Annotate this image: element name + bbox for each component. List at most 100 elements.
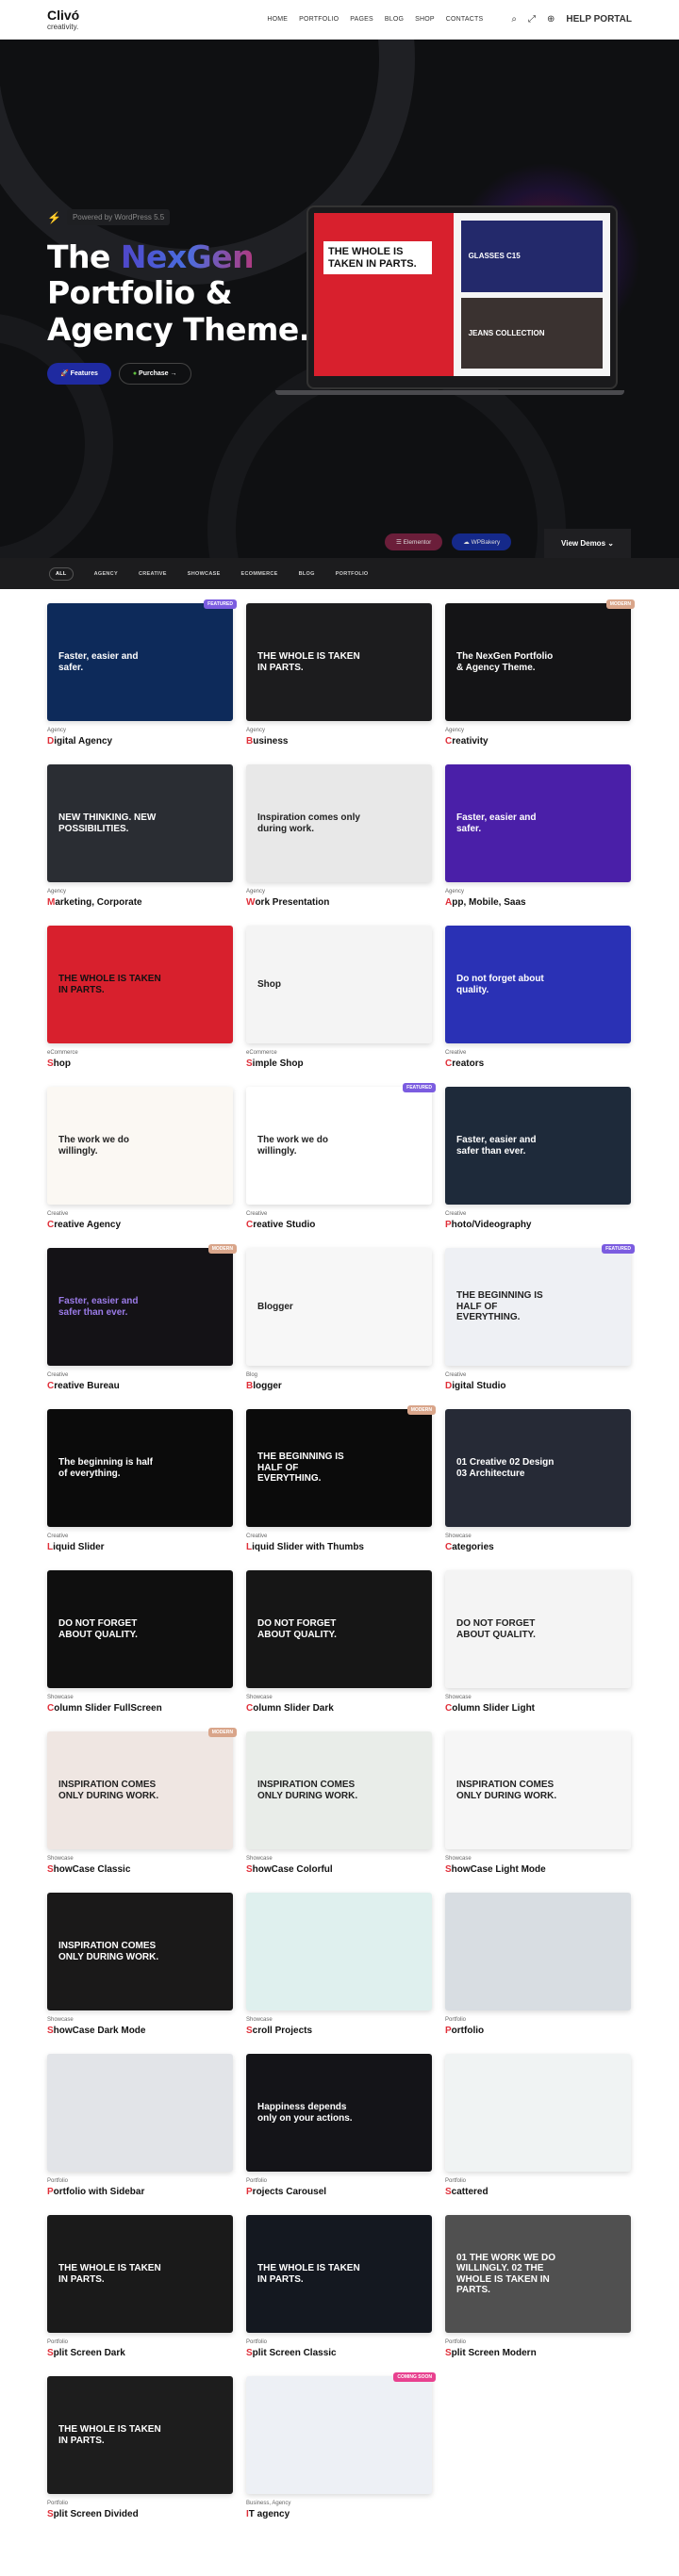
- filter-showcase[interactable]: SHOWCASE: [188, 571, 221, 577]
- demo-title[interactable]: Creative Bureau: [47, 1381, 233, 1391]
- demo-card[interactable]: THE BEGINNING IS HALF OF EVERYTHING. MODE…: [246, 1405, 436, 1570]
- demo-title[interactable]: Split Screen Divided: [47, 2509, 233, 2519]
- demo-card[interactable]: The work we do willingly. FEATURED Creativ…: [246, 1083, 436, 1248]
- demo-card[interactable]: INSPIRATION COMES ONLY DURING WORK. MODER…: [47, 1728, 237, 1893]
- purchase-button[interactable]: ● Purchase →: [118, 363, 191, 385]
- demo-title[interactable]: Creators: [445, 1058, 631, 1069]
- demo-thumbnail[interactable]: DO NOT FORGET ABOUT QUALITY.: [246, 1570, 432, 1688]
- demo-title[interactable]: Split Screen Classic: [246, 2348, 432, 2358]
- demo-title[interactable]: Creativity: [445, 736, 631, 747]
- demo-card[interactable]: THE WHOLE IS TAKEN IN PARTS. Portfolio Spl…: [246, 2215, 432, 2376]
- demo-title[interactable]: Work Presentation: [246, 897, 432, 908]
- demo-title[interactable]: Photo/Videography: [445, 1220, 631, 1230]
- demo-title[interactable]: Simple Shop: [246, 1058, 432, 1069]
- nav-portfolio[interactable]: PORTFOLIO: [299, 16, 339, 23]
- demo-card[interactable]: The work we do willingly. Creative Creativ…: [47, 1087, 233, 1248]
- demo-thumbnail[interactable]: The work we do willingly.: [47, 1087, 233, 1205]
- nav-pages[interactable]: PAGES: [350, 16, 373, 23]
- nav-shop[interactable]: SHOP: [415, 16, 435, 23]
- filter-ecommerce[interactable]: ECOMMERCE: [241, 571, 278, 577]
- filter-agency[interactable]: AGENCY: [94, 571, 118, 577]
- demo-title[interactable]: Digital Studio: [445, 1381, 631, 1391]
- elementor-badge[interactable]: ☰ Elementor: [385, 533, 443, 550]
- demo-card[interactable]: Portfolio Scattered: [445, 2054, 631, 2215]
- demo-thumbnail[interactable]: Blogger: [246, 1248, 432, 1366]
- demo-thumbnail[interactable]: DO NOT FORGET ABOUT QUALITY.: [445, 1570, 631, 1688]
- demo-card[interactable]: THE WHOLE IS TAKEN IN PARTS. Agency Busine…: [246, 603, 432, 764]
- demo-card[interactable]: Happiness depends only on your actions. P…: [246, 2054, 432, 2215]
- demo-thumbnail[interactable]: Happiness depends only on your actions.: [246, 2054, 432, 2172]
- demo-thumbnail[interactable]: THE BEGINNING IS HALF OF EVERYTHING.: [246, 1409, 432, 1527]
- demo-title[interactable]: Column Slider FullScreen: [47, 1703, 233, 1714]
- filter-creative[interactable]: CREATIVE: [139, 571, 167, 577]
- demo-title[interactable]: Liquid Slider: [47, 1542, 233, 1552]
- demo-thumbnail[interactable]: THE WHOLE IS TAKEN IN PARTS.: [246, 2215, 432, 2333]
- demo-title[interactable]: IT agency: [246, 2509, 432, 2519]
- demo-thumbnail[interactable]: The NexGen Portfolio & Agency Theme.: [445, 603, 631, 721]
- filter-portfolio[interactable]: PORTFOLIO: [336, 571, 369, 577]
- demo-title[interactable]: Split Screen Modern: [445, 2348, 631, 2358]
- demo-title[interactable]: Digital Agency: [47, 736, 233, 747]
- demo-card[interactable]: The beginning is half of everything. Crea…: [47, 1409, 233, 1570]
- demo-thumbnail[interactable]: Inspiration comes only during work.: [246, 764, 432, 882]
- search-icon[interactable]: ⌕: [511, 14, 517, 25]
- filter-blog[interactable]: BLOG: [299, 571, 315, 577]
- demo-title[interactable]: Marketing, Corporate: [47, 897, 233, 908]
- demo-card[interactable]: THE WHOLE IS TAKEN IN PARTS. Portfolio Spl…: [47, 2215, 233, 2376]
- demo-thumbnail[interactable]: Do not forget about quality.: [445, 926, 631, 1043]
- demo-card[interactable]: Blogger Blog Blogger: [246, 1248, 432, 1409]
- demo-card[interactable]: Faster, easier and safer than ever. MODER…: [47, 1244, 237, 1409]
- demo-card[interactable]: NEW THINKING. NEW POSSIBILITIES. Agency Ma…: [47, 764, 233, 926]
- demo-thumbnail[interactable]: Faster, easier and safer.: [47, 603, 233, 721]
- demo-thumbnail[interactable]: INSPIRATION COMES ONLY DURING WORK.: [445, 1731, 631, 1849]
- nav-contacts[interactable]: CONTACTS: [446, 16, 484, 23]
- demo-thumbnail[interactable]: THE WHOLE IS TAKEN IN PARTS.: [246, 603, 432, 721]
- demo-card[interactable]: Shop eCommerce Simple Shop: [246, 926, 432, 1087]
- demo-card[interactable]: The NexGen Portfolio & Agency Theme. MODE…: [445, 599, 635, 764]
- demo-thumbnail[interactable]: THE WHOLE IS TAKEN IN PARTS.: [47, 926, 233, 1043]
- demo-card[interactable]: INSPIRATION COMES ONLY DURING WORK. Showc…: [47, 1893, 233, 2054]
- demo-card[interactable]: DO NOT FORGET ABOUT QUALITY. Showcase Colu…: [47, 1570, 233, 1731]
- demo-thumbnail[interactable]: INSPIRATION COMES ONLY DURING WORK.: [246, 1731, 432, 1849]
- demo-thumbnail[interactable]: THE WHOLE IS TAKEN IN PARTS.: [47, 2215, 233, 2333]
- demo-card[interactable]: INSPIRATION COMES ONLY DURING WORK. Showc…: [246, 1731, 432, 1893]
- demo-card[interactable]: Faster, easier and safer. Agency App, Mobi…: [445, 764, 631, 926]
- demo-title[interactable]: Liquid Slider with Thumbs: [246, 1542, 432, 1552]
- nav-blog[interactable]: BLOG: [385, 16, 404, 23]
- demo-card[interactable]: Do not forget about quality. Creative Crea…: [445, 926, 631, 1087]
- demo-thumbnail[interactable]: THE WHOLE IS TAKEN IN PARTS.: [47, 2376, 233, 2494]
- demo-title[interactable]: Portfolio with Sidebar: [47, 2187, 233, 2197]
- demo-card[interactable]: THE WHOLE IS TAKEN IN PARTS. eCommerce Sho…: [47, 926, 233, 1087]
- features-button[interactable]: 🚀 Features: [47, 363, 111, 385]
- demo-thumbnail[interactable]: [47, 2054, 233, 2172]
- demo-title[interactable]: App, Mobile, Saas: [445, 897, 631, 908]
- demo-card[interactable]: DO NOT FORGET ABOUT QUALITY. Showcase Colu…: [445, 1570, 631, 1731]
- demo-thumbnail[interactable]: The work we do willingly.: [246, 1087, 432, 1205]
- demo-thumbnail[interactable]: Faster, easier and safer than ever.: [445, 1087, 631, 1205]
- demo-card[interactable]: 01 THE WORK WE DO WILLINGLY. 02 THE WHOL…: [445, 2215, 631, 2376]
- demo-thumbnail[interactable]: Faster, easier and safer.: [445, 764, 631, 882]
- view-demos-button[interactable]: View Demos ⌄: [544, 529, 631, 558]
- demo-title[interactable]: Portfolio: [445, 2026, 631, 2036]
- demo-card[interactable]: Inspiration comes only during work. Agenc…: [246, 764, 432, 926]
- demo-thumbnail[interactable]: Faster, easier and safer than ever.: [47, 1248, 233, 1366]
- demo-card[interactable]: COMING SOON Business, Agency IT agency: [246, 2372, 436, 2537]
- demo-title[interactable]: Creative Studio: [246, 1220, 432, 1230]
- logo[interactable]: Clivó creativity.: [47, 8, 79, 31]
- demo-title[interactable]: ShowCase Classic: [47, 1864, 233, 1875]
- demo-card[interactable]: Faster, easier and safer than ever. Creat…: [445, 1087, 631, 1248]
- demo-title[interactable]: Shop: [47, 1058, 233, 1069]
- demo-thumbnail[interactable]: THE BEGINNING IS HALF OF EVERYTHING.: [445, 1248, 631, 1366]
- demo-thumbnail[interactable]: The beginning is half of everything.: [47, 1409, 233, 1527]
- demo-title[interactable]: Blogger: [246, 1381, 432, 1391]
- demo-card[interactable]: 01 Creative 02 Design 03 Architecture Sho…: [445, 1409, 631, 1570]
- demo-card[interactable]: Faster, easier and safer. FEATURED Agency D…: [47, 599, 237, 764]
- demo-title[interactable]: ShowCase Dark Mode: [47, 2026, 233, 2036]
- demo-thumbnail[interactable]: NEW THINKING. NEW POSSIBILITIES.: [47, 764, 233, 882]
- fullscreen-icon[interactable]: ⤢: [528, 14, 536, 25]
- demo-card[interactable]: Portfolio Portfolio: [445, 1893, 631, 2054]
- demo-thumbnail[interactable]: INSPIRATION COMES ONLY DURING WORK.: [47, 1731, 233, 1849]
- demo-title[interactable]: Column Slider Dark: [246, 1703, 432, 1714]
- demo-title[interactable]: Categories: [445, 1542, 631, 1552]
- demo-card[interactable]: Portfolio Portfolio with Sidebar: [47, 2054, 233, 2215]
